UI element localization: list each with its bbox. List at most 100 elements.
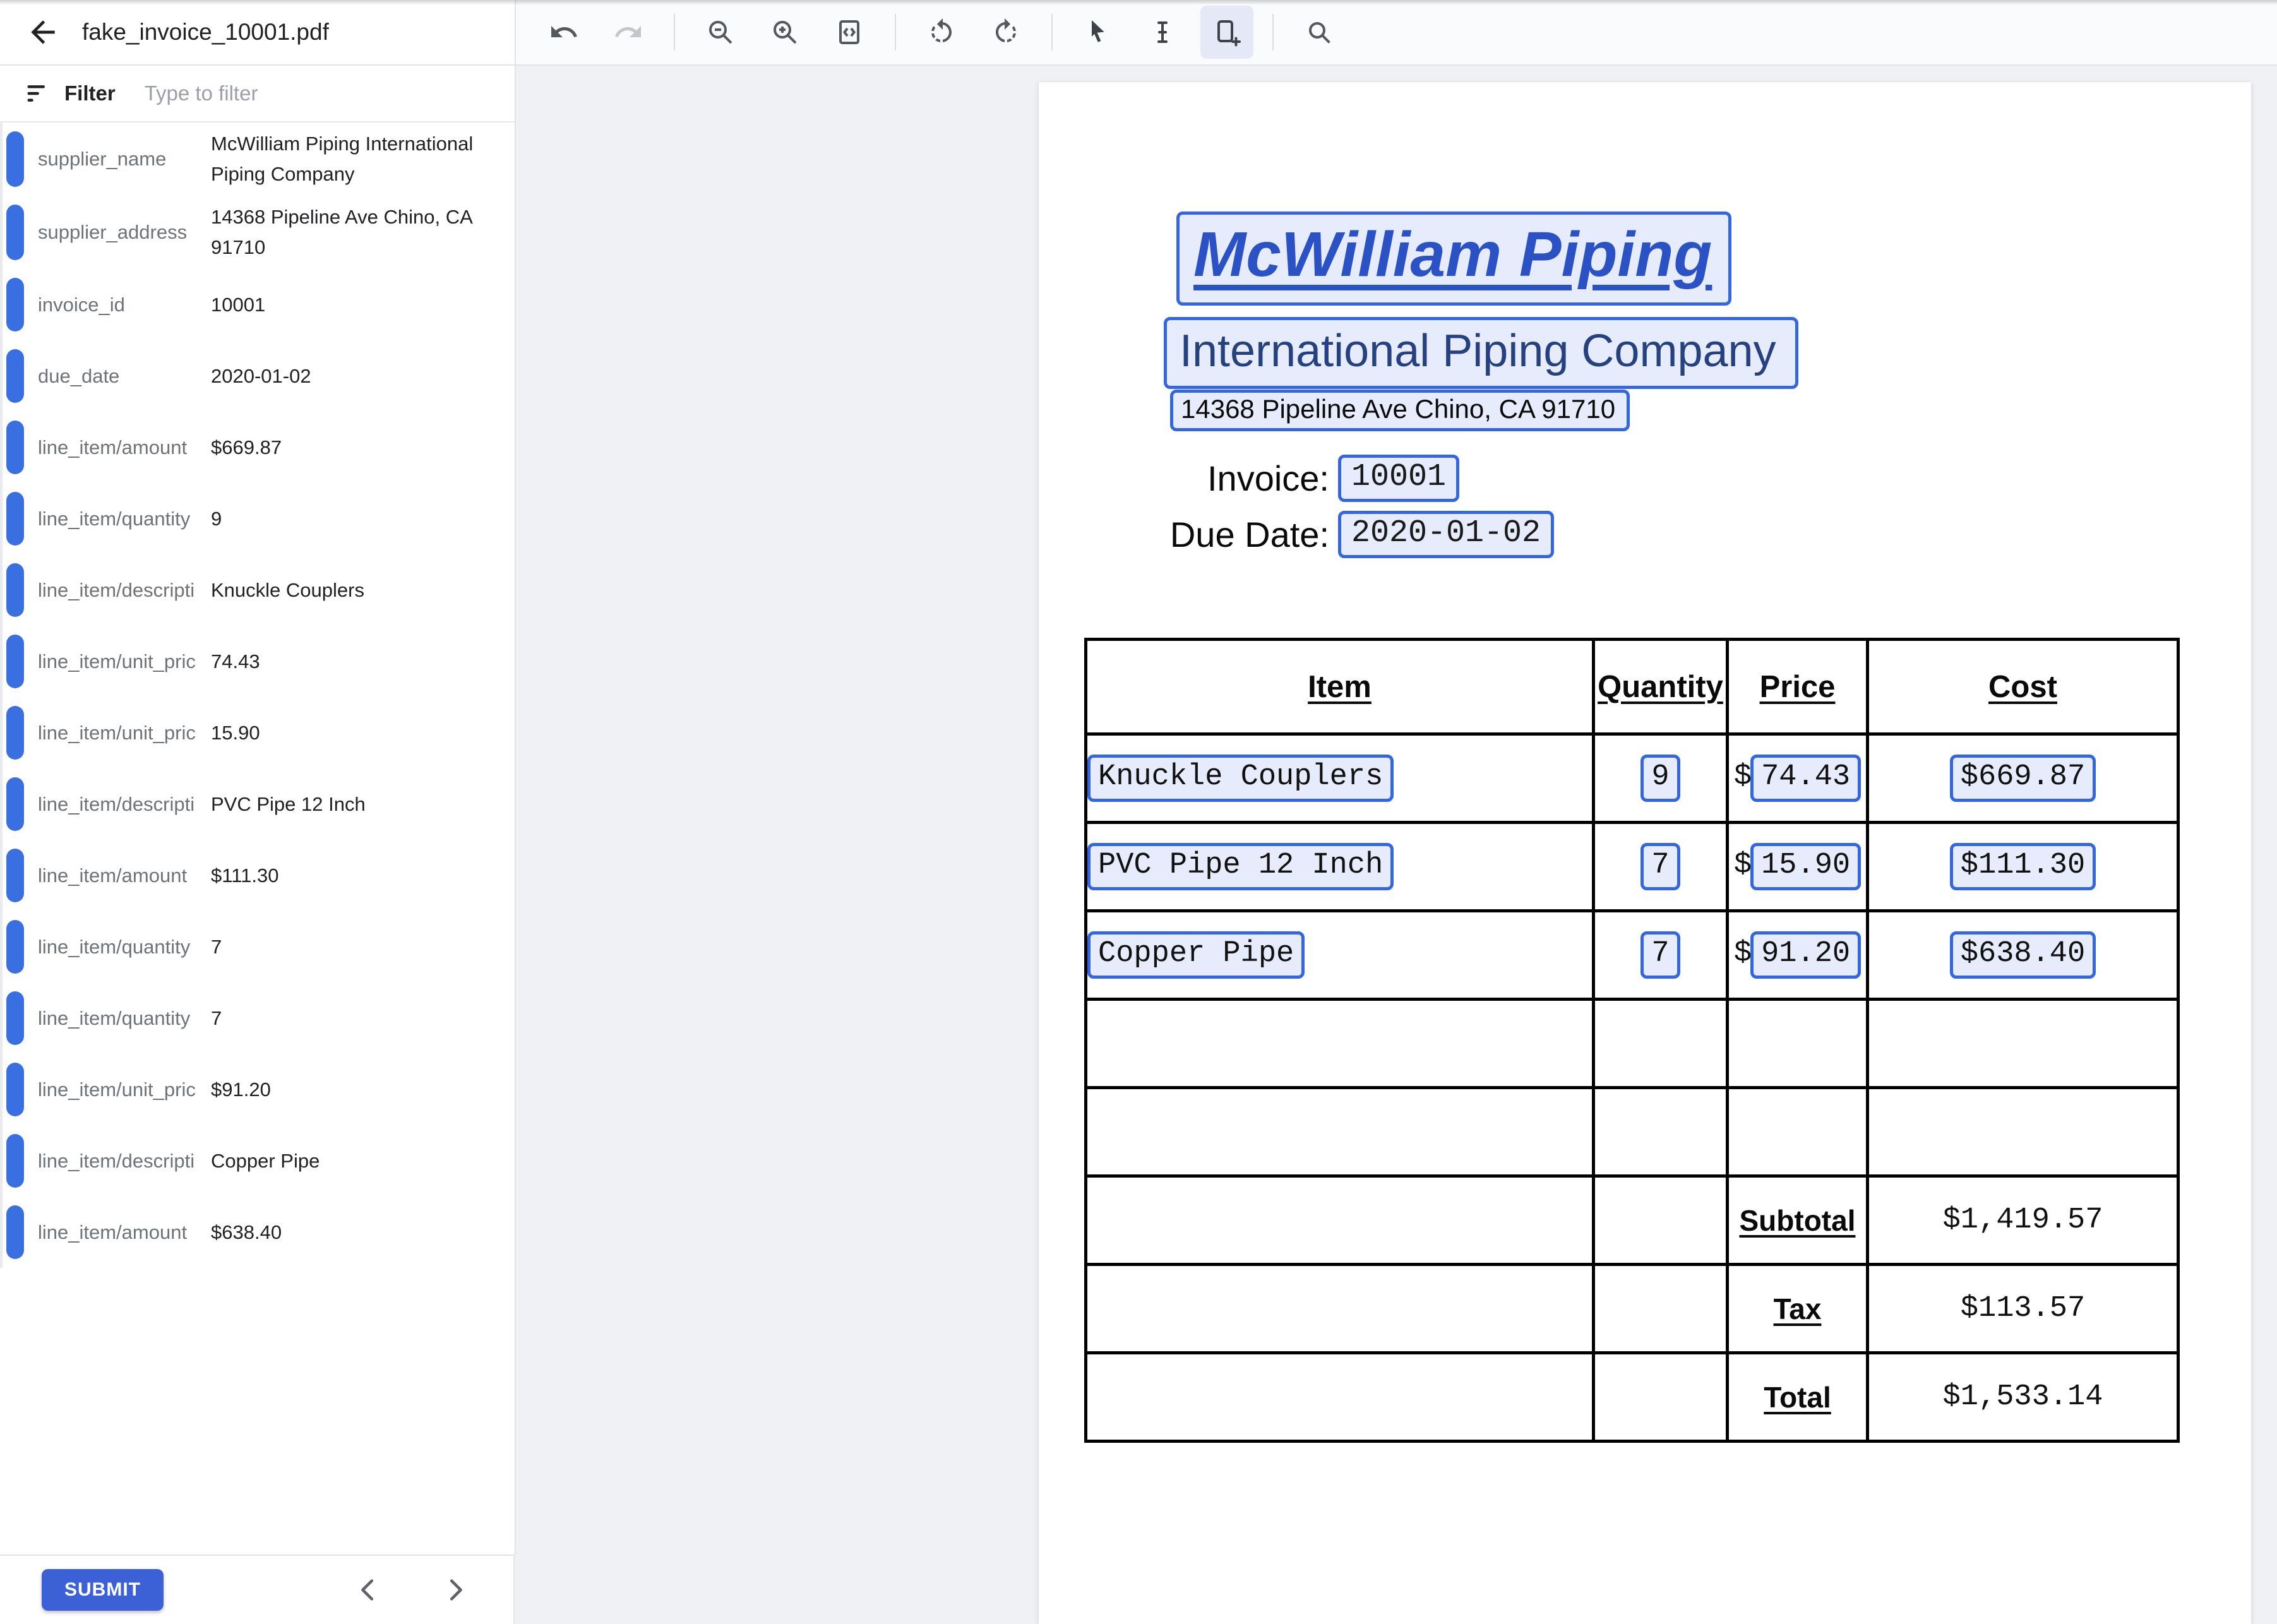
field-value: 74.43 <box>211 647 489 677</box>
field-row[interactable]: line_item/descripti… Knuckle Couplers <box>0 554 515 626</box>
due-date-annotation[interactable]: 2020-01-02 <box>1338 511 1554 558</box>
toolbar-tools <box>516 0 2277 64</box>
arrow-back-icon <box>25 15 61 50</box>
rotate-right-button[interactable] <box>979 6 1032 59</box>
item-description-annotation[interactable]: Copper Pipe <box>1087 931 1305 979</box>
field-row[interactable]: invoice_id 10001 <box>0 269 515 340</box>
item-cell: Copper Pipe <box>1086 911 1594 1000</box>
redo-button[interactable] <box>602 6 655 59</box>
table-item-row: Copper Pipe 7 $91.20 $638.40 <box>1086 911 2178 1000</box>
undo-button[interactable] <box>537 6 590 59</box>
table-empty-row <box>1086 1000 2178 1088</box>
redo-icon <box>613 17 643 47</box>
field-key: line_item/amount <box>38 1221 196 1244</box>
quantity-annotation[interactable]: 7 <box>1641 931 1680 979</box>
zoom-in-button[interactable] <box>758 6 811 59</box>
total-label: Tax <box>1728 1265 1868 1353</box>
field-row[interactable]: line_item/unit_price 74.43 <box>0 626 515 697</box>
empty-cell <box>1086 1353 1594 1442</box>
table-header-row: Item Quantity Price Cost <box>1086 640 2178 734</box>
item-cell: PVC Pipe 12 Inch <box>1086 823 1594 911</box>
empty-cell <box>1728 1088 1868 1176</box>
supplier-address-annotation[interactable]: 14368 Pipeline Ave Chino, CA 91710 <box>1170 390 1630 431</box>
cost-cell: $669.87 <box>1868 734 2178 823</box>
search-icon <box>1304 17 1334 47</box>
field-row[interactable]: line_item/unit_price 15.90 <box>0 697 515 768</box>
field-list: supplier_name McWilliam Piping Internati… <box>0 122 515 1268</box>
document-header: fake_invoice_10001.pdf <box>0 0 516 64</box>
field-row[interactable]: line_item/amount $638.40 <box>0 1197 515 1268</box>
field-value: 7 <box>211 932 489 962</box>
field-key: line_item/quantity <box>38 936 196 958</box>
select-cursor-button[interactable] <box>1072 6 1125 59</box>
field-key: line_item/descripti… <box>38 1150 196 1173</box>
amount-annotation[interactable]: $638.40 <box>1950 931 2096 979</box>
table-total-row: Subtotal $1,419.57 <box>1086 1176 2178 1265</box>
col-header-cost: Cost <box>1868 640 2178 734</box>
col-header-price: Price <box>1728 640 1868 734</box>
item-description-annotation[interactable]: Knuckle Couplers <box>1087 755 1394 802</box>
field-indicator-bar <box>6 920 24 974</box>
quantity-cell: 9 <box>1594 734 1728 823</box>
search-button[interactable] <box>1293 6 1346 59</box>
field-row[interactable]: supplier_address 14368 Pipeline Ave Chin… <box>0 196 515 269</box>
back-button[interactable] <box>25 15 61 50</box>
toolbar-divider <box>895 14 896 51</box>
field-key: supplier_address <box>38 221 196 244</box>
sidebar-footer: SUBMIT <box>0 1555 515 1624</box>
field-row[interactable]: line_item/amount $111.30 <box>0 840 515 911</box>
chevron-left-icon[interactable] <box>354 1575 383 1604</box>
zoom-out-button[interactable] <box>694 6 747 59</box>
field-row[interactable]: due_date 2020-01-02 <box>0 340 515 412</box>
price-cell: $15.90 <box>1728 823 1868 911</box>
field-row[interactable]: line_item/quantity 7 <box>0 911 515 982</box>
field-indicator-bar <box>6 1205 24 1259</box>
field-row[interactable]: line_item/amount $669.87 <box>0 412 515 483</box>
invoice-id-annotation[interactable]: 10001 <box>1338 455 1459 502</box>
text-select-button[interactable] <box>1136 6 1189 59</box>
total-label: Total <box>1728 1353 1868 1442</box>
submit-button[interactable]: SUBMIT <box>42 1569 164 1611</box>
unit-price-annotation[interactable]: 74.43 <box>1750 755 1861 802</box>
filter-bar[interactable]: Filter Type to filter <box>0 66 515 122</box>
rotate-left-button[interactable] <box>915 6 968 59</box>
supplier-name-annotation-line2[interactable]: International Piping Company <box>1164 317 1798 389</box>
rectangle-add-icon <box>1212 17 1242 47</box>
field-key: line_item/unit_price <box>38 722 196 744</box>
field-indicator-bar <box>6 991 24 1045</box>
item-description-annotation[interactable]: PVC Pipe 12 Inch <box>1087 843 1394 890</box>
field-indicator-bar <box>6 205 24 260</box>
field-value: $669.87 <box>211 433 489 463</box>
unit-price-annotation[interactable]: 91.20 <box>1750 931 1861 979</box>
field-row[interactable]: line_item/quantity 9 <box>0 483 515 554</box>
empty-cell <box>1086 1176 1594 1265</box>
quantity-annotation[interactable]: 9 <box>1641 755 1680 802</box>
filter-input[interactable]: Type to filter <box>145 81 258 105</box>
cost-cell: $111.30 <box>1868 823 2178 911</box>
chevron-right-icon[interactable] <box>440 1575 469 1604</box>
field-row[interactable]: line_item/quantity 7 <box>0 982 515 1054</box>
empty-cell <box>1594 1088 1728 1176</box>
empty-cell <box>1594 1000 1728 1088</box>
supplier-name-annotation[interactable]: McWilliam Piping <box>1176 212 1731 306</box>
field-row[interactable]: line_item/unit_price $91.20 <box>0 1054 515 1125</box>
field-row[interactable]: supplier_name McWilliam Piping Internati… <box>0 122 515 196</box>
quantity-annotation[interactable]: 7 <box>1641 843 1680 890</box>
field-value: 9 <box>211 504 489 534</box>
field-row[interactable]: line_item/descripti… PVC Pipe 12 Inch <box>0 768 515 840</box>
empty-cell <box>1086 1265 1594 1353</box>
field-indicator-bar <box>6 131 24 187</box>
draw-annotation-box-button[interactable] <box>1200 6 1253 59</box>
fit-to-page-button[interactable] <box>823 6 876 59</box>
cursor-icon <box>1083 17 1113 47</box>
field-key: line_item/unit_price <box>38 650 196 673</box>
amount-annotation[interactable]: $111.30 <box>1950 843 2096 890</box>
unit-price-annotation[interactable]: 15.90 <box>1750 843 1861 890</box>
empty-cell <box>1594 1176 1728 1265</box>
zoom-in-icon <box>770 17 800 47</box>
amount-annotation[interactable]: $669.87 <box>1950 755 2096 802</box>
toolbar-divider <box>1272 14 1274 51</box>
field-row[interactable]: line_item/descripti… Copper Pipe <box>0 1125 515 1197</box>
document-title: fake_invoice_10001.pdf <box>82 19 329 45</box>
total-value: $1,419.57 <box>1868 1176 2178 1265</box>
